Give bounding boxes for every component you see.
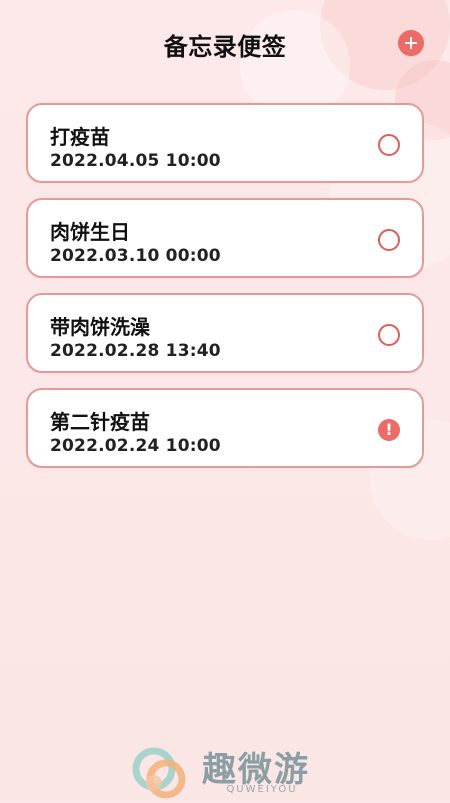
header: 备忘录便签 (0, 0, 450, 82)
exclamation-icon[interactable]: ! (378, 419, 400, 441)
watermark-logo-icon (132, 747, 186, 799)
memo-datetime: 2022.02.28 13:40 (50, 341, 221, 361)
memo-card[interactable]: 肉饼生日 2022.03.10 00:00 (26, 198, 424, 278)
memo-list: 打疫苗 2022.04.05 10:00 肉饼生日 2022.03.10 00:… (26, 103, 424, 483)
add-memo-button[interactable] (398, 30, 424, 56)
watermark-subtitle: QUWEIYOU (226, 784, 298, 795)
plus-icon (405, 37, 417, 49)
memo-title: 第二针疫苗 (50, 410, 150, 434)
watermark: 趣微游 QUWEIYOU (132, 740, 332, 800)
empty-circle-icon[interactable] (378, 134, 400, 156)
memo-card[interactable]: 第二针疫苗 2022.02.24 10:00 ! (26, 388, 424, 468)
memo-card[interactable]: 带肉饼洗澡 2022.02.28 13:40 (26, 293, 424, 373)
memo-datetime: 2022.03.10 00:00 (50, 246, 221, 266)
empty-circle-icon[interactable] (378, 229, 400, 251)
memo-title: 带肉饼洗澡 (50, 315, 150, 339)
empty-circle-icon[interactable] (378, 324, 400, 346)
memo-datetime: 2022.02.24 10:00 (50, 436, 221, 456)
memo-title: 肉饼生日 (50, 220, 130, 244)
memo-card[interactable]: 打疫苗 2022.04.05 10:00 (26, 103, 424, 183)
memo-datetime: 2022.04.05 10:00 (50, 151, 221, 171)
page-title: 备忘录便签 (163, 33, 287, 61)
memo-title: 打疫苗 (50, 125, 110, 149)
